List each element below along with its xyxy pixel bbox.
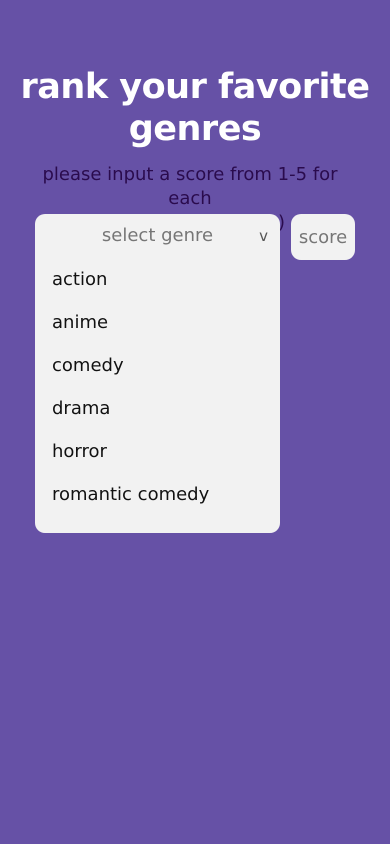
page-subtitle: please input a score from 1-5 for each xyxy=(42,164,338,209)
genre-select-placeholder: select genre xyxy=(101,225,214,246)
genre-option-horror[interactable]: horror xyxy=(35,430,280,473)
genre-dropdown[interactable]: select genre v action anime comedy drama… xyxy=(35,214,280,533)
score-input[interactable]: score xyxy=(291,214,355,260)
genre-select-trigger[interactable]: select genre v xyxy=(35,214,280,258)
genre-option-action[interactable]: action xyxy=(35,258,280,301)
genre-option-anime[interactable]: anime xyxy=(35,301,280,344)
page-title: rank your favorite genres xyxy=(20,67,370,149)
genre-option-romantic-comedy[interactable]: romantic comedy xyxy=(35,473,280,516)
genre-options-list: action anime comedy drama horror romanti… xyxy=(35,258,280,516)
chevron-down-icon[interactable]: v xyxy=(259,214,268,258)
genre-option-drama[interactable]: drama xyxy=(35,387,280,430)
genre-option-comedy[interactable]: comedy xyxy=(35,344,280,387)
